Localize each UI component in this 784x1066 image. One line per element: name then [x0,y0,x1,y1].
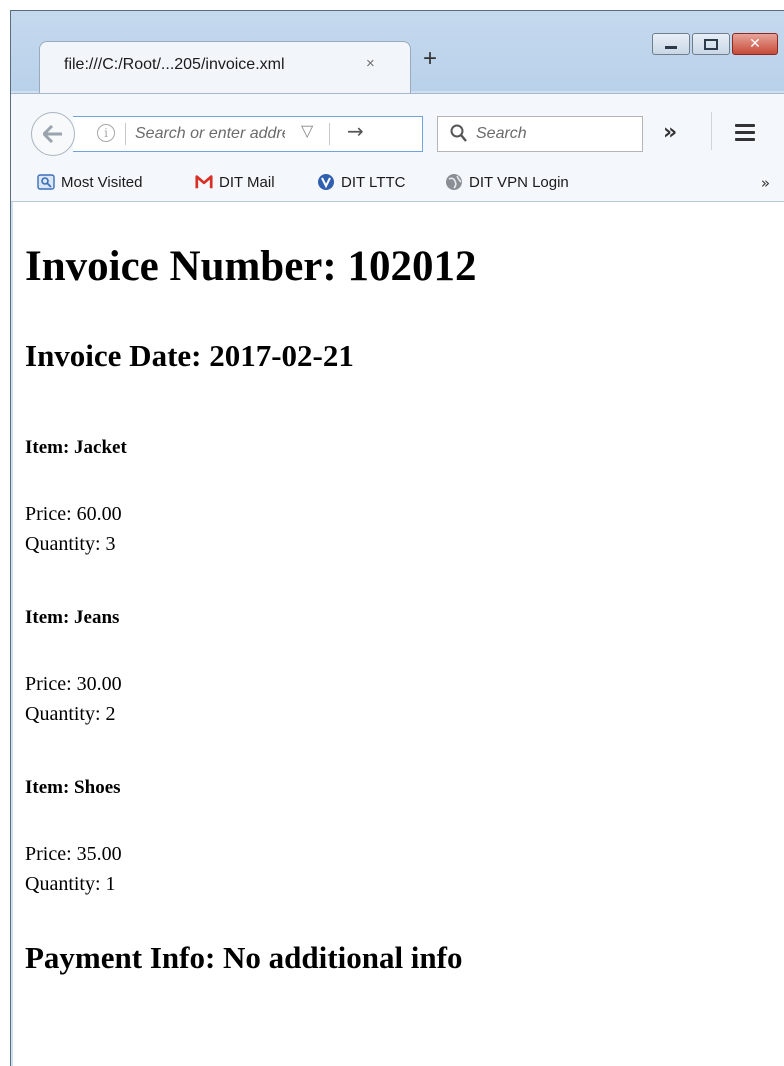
address-bar[interactable]: i ▽ → [73,116,423,152]
back-button[interactable] [31,112,75,156]
item-heading: Item: Jeans [25,607,120,628]
bookmark-label: Most Visited [61,173,143,191]
tab-invoice[interactable]: file:///C:/Root/...205/invoice.xml × [39,41,411,93]
hamburger-menu-icon[interactable] [735,124,755,145]
new-tab-button[interactable]: + [423,47,437,71]
item-price: Price: 30.00 [25,673,122,695]
search-bar[interactable] [437,116,643,152]
divider [711,112,712,150]
bookmark-dit-lttc[interactable]: DIT LTTC [317,173,405,191]
tab-title: file:///C:/Root/...205/invoice.xml [64,56,285,73]
item-heading: Item: Shoes [25,777,121,798]
item-price: Price: 60.00 [25,503,122,525]
history-dropdown-icon[interactable]: ▽ [301,121,313,141]
title-bar: file:///C:/Root/...205/invoice.xml × + ✕ [11,11,784,93]
item-heading: Item: Jacket [25,437,127,458]
browser-window: file:///C:/Root/...205/invoice.xml × + ✕… [10,10,784,1066]
info-icon[interactable]: i [97,124,115,142]
item-quantity: Quantity: 1 [25,873,116,895]
bookmark-dit-vpn-login[interactable]: DIT VPN Login [445,173,569,191]
minimize-button[interactable] [652,33,690,55]
window-controls: ✕ [650,33,778,55]
most-visited-icon [37,173,55,191]
search-icon [450,124,467,142]
back-arrow-icon [43,125,62,143]
close-tab-icon[interactable]: × [366,55,375,72]
gmail-icon [195,173,213,191]
bookmark-label: DIT Mail [219,173,275,191]
divider [125,123,126,145]
bookmark-most-visited[interactable]: Most Visited [37,173,142,191]
navigation-toolbar: i ▽ → » [11,93,784,166]
invoice-number-heading: Invoice Number: 102012 [25,243,477,290]
bookmarks-toolbar: Most Visited DIT Mail DIT LTTC DIT VPN L… [11,165,784,202]
bookmark-label: DIT LTTC [341,173,406,191]
page-content: Invoice Number: 102012 Invoice Date: 201… [13,202,784,1066]
item-price: Price: 35.00 [25,843,122,865]
invoice-date-heading: Invoice Date: 2017-02-21 [25,338,354,373]
go-arrow-icon[interactable]: → [347,119,364,143]
divider [329,123,330,145]
close-icon: ✕ [749,36,761,52]
close-window-button[interactable]: ✕ [732,33,778,55]
globe-icon [445,173,463,191]
bookmarks-overflow-button[interactable]: » [761,174,770,192]
maximize-icon [704,38,718,50]
bookmark-dit-mail[interactable]: DIT Mail [195,173,275,191]
lttc-icon [317,173,335,191]
payment-info-heading: Payment Info: No additional info [25,940,463,975]
item-quantity: Quantity: 2 [25,703,116,725]
maximize-button[interactable] [692,33,730,55]
toolbar-overflow-button[interactable]: » [663,120,677,145]
minimize-icon [665,45,677,49]
item-quantity: Quantity: 3 [25,533,116,555]
bookmark-label: DIT VPN Login [469,173,569,191]
search-input[interactable] [476,122,626,146]
address-input[interactable] [135,122,285,146]
